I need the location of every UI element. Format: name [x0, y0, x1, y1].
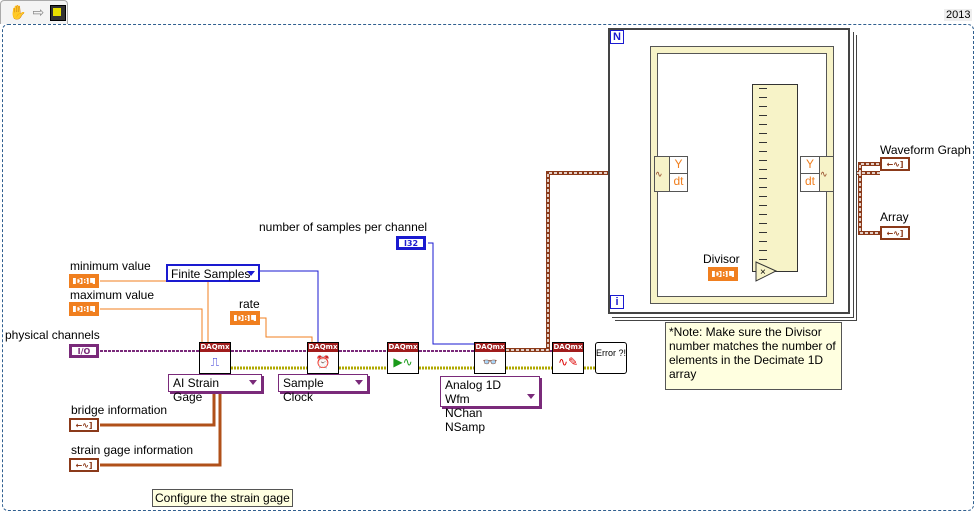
daqmx-clear-task[interactable]: DAQmx ∿✎	[552, 342, 584, 374]
sample-mode-wire	[260, 270, 319, 342]
minimum-value-control[interactable]: DBL	[69, 274, 99, 288]
daqmx-header: DAQmx	[200, 343, 230, 352]
sample-mode-value: Finite Samples	[171, 267, 251, 281]
y-element: Y	[801, 157, 819, 174]
divisor-label: Divisor	[703, 252, 740, 266]
daqmx-header: DAQmx	[475, 343, 505, 352]
minimum-value-label: minimum value	[70, 259, 151, 273]
bridge-information-control[interactable]: ←∿]	[69, 418, 99, 432]
dt-element: dt	[804, 174, 815, 188]
daqmx-header: DAQmx	[553, 343, 583, 352]
dropdown-arrow-icon	[249, 380, 257, 385]
strain-gage-information-label: strain gage information	[71, 443, 194, 457]
sample-mode-ring[interactable]: Finite Samples	[166, 264, 260, 282]
read-type-ring[interactable]: Analog 1D Wfm NChan NSamp	[440, 376, 540, 434]
unbundle-waveform: ∿ Y dt	[654, 156, 688, 192]
configure-comment: Configure the strain gage	[152, 489, 293, 507]
daqmx-create-channel[interactable]: DAQmx ⎍	[199, 342, 231, 374]
dropdown-arrow-icon	[527, 394, 535, 399]
loop-iteration-terminal: i	[610, 295, 624, 309]
decimate-array-node[interactable]	[752, 84, 798, 272]
maximum-value-control[interactable]: DBL	[69, 302, 99, 316]
maximum-value-label: maximum value	[70, 288, 155, 302]
rate-label: rate	[239, 297, 260, 311]
waveform-icon: ∿	[655, 157, 669, 191]
timing-type-ring[interactable]: Sample Clock	[278, 374, 368, 404]
note-comment: *Note: Make sure the Divisor number matc…	[665, 322, 842, 390]
array-indicator[interactable]: ←∿]	[880, 226, 910, 240]
daqmx-header: DAQmx	[388, 343, 418, 352]
read-type-line2: NChan NSamp	[445, 406, 486, 434]
bridge-information-label: bridge information	[71, 403, 168, 417]
loop-count-terminal[interactable]: N	[610, 30, 624, 44]
svg-text:×: ×	[760, 267, 766, 278]
daqmx-start-task[interactable]: DAQmx ▶∿	[387, 342, 419, 374]
daqmx-read[interactable]: DAQmx 👓	[474, 342, 506, 374]
daqmx-timing[interactable]: DAQmx ⏰	[307, 342, 339, 374]
channel-type-ring[interactable]: AI Strain Gage	[168, 374, 262, 404]
dt-element: dt	[669, 174, 687, 191]
divisor-control[interactable]: DBL	[708, 267, 738, 281]
eraser-icon: ∿✎	[557, 355, 579, 369]
dropdown-arrow-icon	[247, 271, 255, 276]
clock-icon: ⏰	[315, 355, 331, 369]
simple-error-handler[interactable]: Error ?!	[595, 342, 627, 374]
create-channel-icon: ⎍	[210, 355, 220, 369]
physical-channels-label: physical channels	[5, 328, 100, 342]
array-label: Array	[880, 210, 909, 224]
rate-control[interactable]: DBL	[230, 311, 260, 325]
samples-wire	[428, 242, 480, 345]
read-type-line1: Analog 1D Wfm	[445, 378, 502, 406]
samples-per-channel-control[interactable]: I32	[396, 236, 426, 250]
read-glasses-icon: 👓	[482, 355, 498, 369]
max-wire	[100, 308, 203, 342]
multiply-node[interactable]: ×	[755, 261, 777, 283]
waveform-graph-indicator[interactable]: ←∿]	[880, 157, 910, 171]
rate-wire	[260, 317, 313, 342]
daqmx-header: DAQmx	[308, 343, 338, 352]
waveform-graph-label: Waveform Graph	[880, 143, 971, 157]
physical-channels-control[interactable]: I/O	[69, 344, 99, 358]
samples-per-channel-label: number of samples per channel	[259, 220, 428, 234]
strain-gage-information-control[interactable]: ←∿]	[69, 458, 99, 472]
dropdown-arrow-icon	[355, 380, 363, 385]
build-waveform: Y ∿ dt	[800, 156, 834, 192]
y-element: Y	[669, 157, 687, 174]
waveform-icon: ∿	[819, 157, 833, 191]
start-icon: ▶∿	[393, 355, 413, 369]
